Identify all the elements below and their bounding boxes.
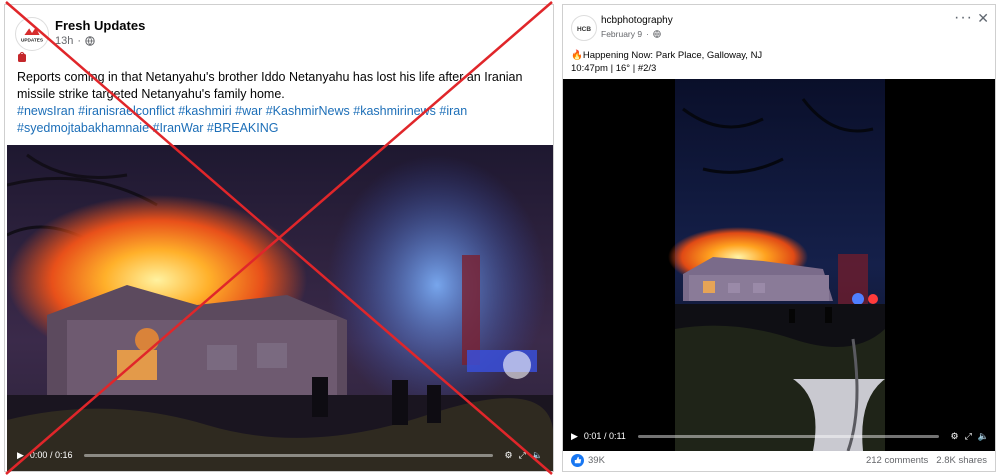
post-video[interactable]: ▶ 0:00 / 0:16 ⚙ ⤢ 🔈	[7, 145, 553, 471]
post-text: Reports coming in that Netanyahu's broth…	[17, 69, 547, 137]
video-progress-bar[interactable]	[637, 434, 939, 438]
dot-separator: ·	[77, 35, 82, 47]
volume-icon[interactable]: 🔈	[978, 431, 989, 442]
reaction-count[interactable]: 39K	[588, 455, 605, 466]
globe-icon	[653, 30, 661, 38]
settings-gear-icon[interactable]: ⚙	[951, 431, 959, 442]
fresh-updates-logo-icon: UPDATES	[16, 18, 48, 50]
more-options-icon[interactable]: ···	[954, 9, 973, 27]
video-time: 0:00 / 0:16	[29, 450, 73, 460]
house-fire-video-frame	[7, 145, 553, 471]
post-hashtags[interactable]: #newsIran #iranisraelconflict #kashmiri …	[17, 104, 467, 135]
post-stats: 39K 212 comments 2.8K shares	[563, 449, 995, 471]
like-icon	[571, 453, 584, 467]
globe-icon	[85, 36, 95, 46]
dot-separator: ·	[646, 29, 649, 39]
play-icon[interactable]: ▶	[17, 450, 24, 461]
video-controls: ▶ 0:01 / 0:11 ⚙ ⤢ 🔈	[571, 427, 989, 445]
post-meta: 13h ·	[55, 35, 95, 47]
page-name[interactable]: Fresh Updates	[55, 18, 145, 33]
share-count[interactable]: 2.8K shares	[936, 455, 987, 466]
right-post: HCB hcbphotography February 9 · ··· ✕ 🔥H…	[562, 4, 996, 472]
fullscreen-icon[interactable]: ⤢	[519, 450, 526, 461]
page-avatar[interactable]: HCB	[571, 15, 597, 41]
video-time: 0:01 / 0:11	[583, 431, 626, 441]
video-controls: ▶ 0:00 / 0:16 ⚙ ⤢ 🔈	[17, 445, 543, 465]
comment-count[interactable]: 212 comments	[866, 455, 928, 466]
video-progress-bar[interactable]	[84, 453, 493, 457]
red-bag-icon	[18, 51, 26, 62]
settings-gear-icon[interactable]: ⚙	[505, 450, 513, 461]
svg-text:HCB: HCB	[577, 26, 591, 33]
post-line-location: 🔥Happening Now: Park Place, Galloway, NJ	[571, 50, 763, 61]
post-meta: February 9 ·	[601, 29, 661, 39]
post-video[interactable]: ▶ 0:01 / 0:11 ⚙ ⤢ 🔈	[563, 79, 995, 451]
house-fire-video-frame	[563, 79, 995, 451]
post-timestamp[interactable]: February 9	[601, 29, 642, 39]
post-body: Reports coming in that Netanyahu's broth…	[17, 70, 523, 101]
svg-text:UPDATES: UPDATES	[21, 38, 43, 43]
close-icon[interactable]: ✕	[977, 10, 989, 27]
page-name[interactable]: hcbphotography	[601, 15, 673, 26]
post-text: 🔥Happening Now: Park Place, Galloway, NJ…	[571, 49, 991, 75]
play-icon[interactable]: ▶	[571, 431, 578, 442]
post-line-details: 10:47pm | 16° | #2/3	[571, 63, 657, 74]
post-timestamp[interactable]: 13h	[55, 35, 73, 47]
page-avatar[interactable]: UPDATES	[15, 17, 49, 51]
hcb-logo-icon: HCB	[572, 16, 596, 40]
left-post: UPDATES Fresh Updates 13h · Reports comi…	[4, 4, 554, 472]
volume-icon[interactable]: 🔈	[532, 450, 543, 461]
fullscreen-icon[interactable]: ⤢	[965, 431, 972, 442]
